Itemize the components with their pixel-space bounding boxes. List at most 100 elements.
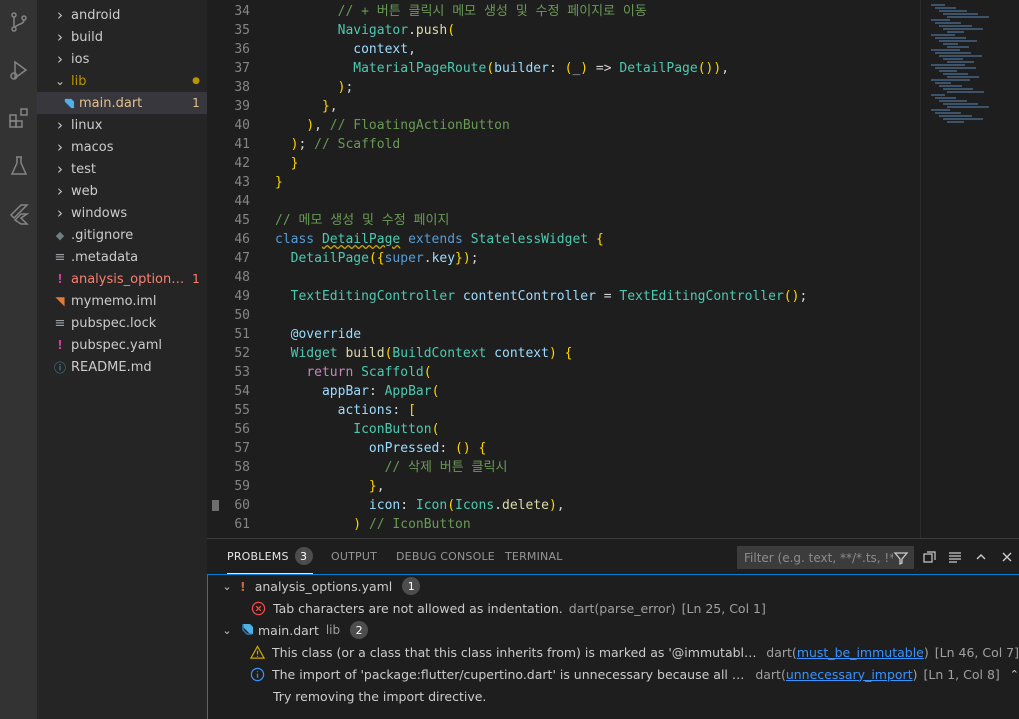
testing-icon[interactable]	[0, 146, 37, 186]
code-line[interactable]: 39 },	[207, 97, 907, 116]
line-number: 35	[234, 23, 250, 38]
collapse-all-icon[interactable]	[920, 547, 940, 567]
code-line[interactable]: 53 return Scaffold(	[207, 363, 907, 382]
code-line[interactable]: 37 MaterialPageRoute(builder: (_) => Det…	[207, 59, 907, 78]
view-as-tree-icon[interactable]	[945, 547, 965, 567]
code-line[interactable]: 54 appBar: AppBar(	[207, 382, 907, 401]
explorer-item[interactable]: › build	[37, 26, 207, 48]
explorer-item-label: pubspec.yaml	[71, 337, 162, 353]
code-line[interactable]: 61 ) // IconButton	[207, 515, 907, 534]
code-line[interactable]: 50	[207, 306, 907, 325]
explorer-item-label: analysis_options.yaml	[71, 271, 185, 287]
code-line[interactable]: 44	[207, 192, 907, 211]
code-line[interactable]: 48	[207, 268, 907, 287]
explorer-item-label: .metadata	[71, 249, 139, 265]
tab-label: DEBUG CONSOLE	[396, 550, 495, 563]
explorer-item[interactable]: ! pubspec.yaml	[37, 334, 207, 356]
chevron-right-icon[interactable]: ›	[55, 4, 65, 26]
dart-file-icon	[61, 97, 75, 110]
chevron-right-icon[interactable]: ›	[55, 136, 65, 158]
tab-problems[interactable]: PROBLEMS 3	[227, 539, 313, 574]
source-control-icon[interactable]	[0, 2, 37, 42]
flutter-icon[interactable]	[0, 194, 37, 234]
code-line[interactable]: 46 class DetailPage extends StatelessWidg…	[207, 230, 907, 249]
chevron-down-icon[interactable]: ⌄	[220, 580, 234, 593]
code-line[interactable]: 58 // 삭제 버튼 클릭시	[207, 458, 907, 477]
code-line[interactable]: 59 },	[207, 477, 907, 496]
explorer-item[interactable]: › macos	[37, 136, 207, 158]
code-line[interactable]: 51 @override	[207, 325, 907, 344]
explorer-item[interactable]: main.dart 1	[37, 92, 207, 114]
explorer-item[interactable]: › windows	[37, 202, 207, 224]
problem-row[interactable]: Tab characters are not allowed as indent…	[208, 597, 1019, 619]
explorer-item[interactable]: ≡ .metadata	[37, 246, 207, 268]
code-line[interactable]: 38 );	[207, 78, 907, 97]
explorer-item-badge: 1	[192, 272, 200, 286]
chevron-right-icon[interactable]: ›	[55, 48, 65, 70]
minimap-line	[931, 49, 960, 51]
code-line[interactable]: 40 ), // FloatingActionButton	[207, 116, 907, 135]
code-line[interactable]: 55 actions: [	[207, 401, 907, 420]
problem-hint-row: Try removing the import directive.	[208, 685, 1019, 707]
minimap-line	[943, 88, 973, 90]
code-line[interactable]: 60 icon: Icon(Icons.delete),	[207, 496, 907, 515]
filter-placeholder: Filter (e.g. text, **/*.ts, !**/...	[744, 550, 893, 565]
explorer-item[interactable]: › web	[37, 180, 207, 202]
problems-list[interactable]: ⌄ ! analysis_options.yaml 1 Tab characte…	[207, 574, 1019, 719]
line-text: onPressed: () {	[368, 441, 487, 456]
problem-group-analysis-options[interactable]: ⌄ ! analysis_options.yaml 1	[208, 575, 1019, 597]
explorer-item[interactable]: ⓘ README.md	[37, 356, 207, 378]
code-line[interactable]: 52 Widget build(BuildContext context) {	[207, 344, 907, 363]
problem-row[interactable]: This class (or a class that this class i…	[208, 641, 1019, 663]
chevron-down-icon[interactable]: ⌄	[55, 70, 65, 92]
code-line[interactable]: 35 Navigator.push(	[207, 21, 907, 40]
problems-filter-input[interactable]: Filter (e.g. text, **/*.ts, !**/...	[737, 546, 914, 569]
filter-icon[interactable]	[893, 550, 909, 566]
code-line[interactable]: 49 TextEditingController contentControll…	[207, 287, 907, 306]
chevron-right-icon[interactable]: ›	[55, 158, 65, 180]
explorer-item-label: mymemo.iml	[71, 293, 157, 309]
chevron-right-icon[interactable]: ›	[55, 202, 65, 224]
chevron-down-icon[interactable]: ⌄	[220, 624, 234, 637]
explorer-item[interactable]: › android	[37, 4, 207, 26]
explorer-item[interactable]: ◆ .gitignore	[37, 224, 207, 246]
line-number: 42	[234, 156, 250, 171]
problem-code-link[interactable]: unnecessary_import	[786, 667, 913, 682]
tab-terminal[interactable]: TERMINAL	[505, 539, 563, 574]
code-line[interactable]: 43}	[207, 173, 907, 192]
minimap[interactable]	[920, 0, 1019, 538]
code-line[interactable]: 57 onPressed: () {	[207, 439, 907, 458]
explorer-item[interactable]: › ios	[37, 48, 207, 70]
code-editor[interactable]: 34 // + 버튼 클릭시 메모 생성 및 수정 페이지로 이동 35 Navi…	[207, 0, 1019, 538]
problem-code-link[interactable]: must_be_immutable	[797, 645, 924, 660]
code-line[interactable]: 56 IconButton(	[207, 420, 907, 439]
problem-group-main-dart[interactable]: ⌄ main.dart lib 2	[208, 619, 1019, 641]
tab-output[interactable]: OUTPUT	[331, 539, 377, 574]
chevron-right-icon[interactable]: ›	[55, 114, 65, 136]
explorer-item[interactable]: ! analysis_options.yaml 1	[37, 268, 207, 290]
run-debug-icon[interactable]	[0, 50, 37, 90]
explorer-item[interactable]: › test	[37, 158, 207, 180]
chevron-right-icon[interactable]: ›	[55, 180, 65, 202]
chevron-right-icon[interactable]: ›	[55, 26, 65, 48]
explorer-item[interactable]: ⌄ lib ●	[37, 70, 207, 92]
extensions-icon[interactable]	[0, 98, 37, 138]
code-line[interactable]: 47 DetailPage({super.key});	[207, 249, 907, 268]
code-line[interactable]: 42 }	[207, 154, 907, 173]
line-number: 56	[234, 422, 250, 437]
explorer-item[interactable]: ◥ mymemo.iml	[37, 290, 207, 312]
problem-file-name: main.dart	[258, 622, 319, 638]
code-line[interactable]: 41 ); // Scaffold	[207, 135, 907, 154]
code-line[interactable]: 34 // + 버튼 클릭시 메모 생성 및 수정 페이지로 이동	[207, 2, 907, 21]
code-line[interactable]: 36 context,	[207, 40, 907, 59]
explorer-item[interactable]: ≡ pubspec.lock	[37, 312, 207, 334]
line-number: 44	[234, 194, 250, 209]
chevron-up-icon[interactable]: ⌃	[1010, 668, 1019, 681]
code-line[interactable]: 45 // 메모 생성 및 수정 페이지	[207, 211, 907, 230]
explorer-item[interactable]: › linux	[37, 114, 207, 136]
tab-debug-console[interactable]: DEBUG CONSOLE	[396, 539, 495, 574]
close-panel-icon[interactable]	[997, 547, 1017, 567]
line-text: Navigator.push(	[337, 23, 456, 38]
maximize-panel-icon[interactable]	[971, 547, 991, 567]
problem-row[interactable]: The import of 'package:flutter/cupertino…	[208, 663, 1019, 685]
